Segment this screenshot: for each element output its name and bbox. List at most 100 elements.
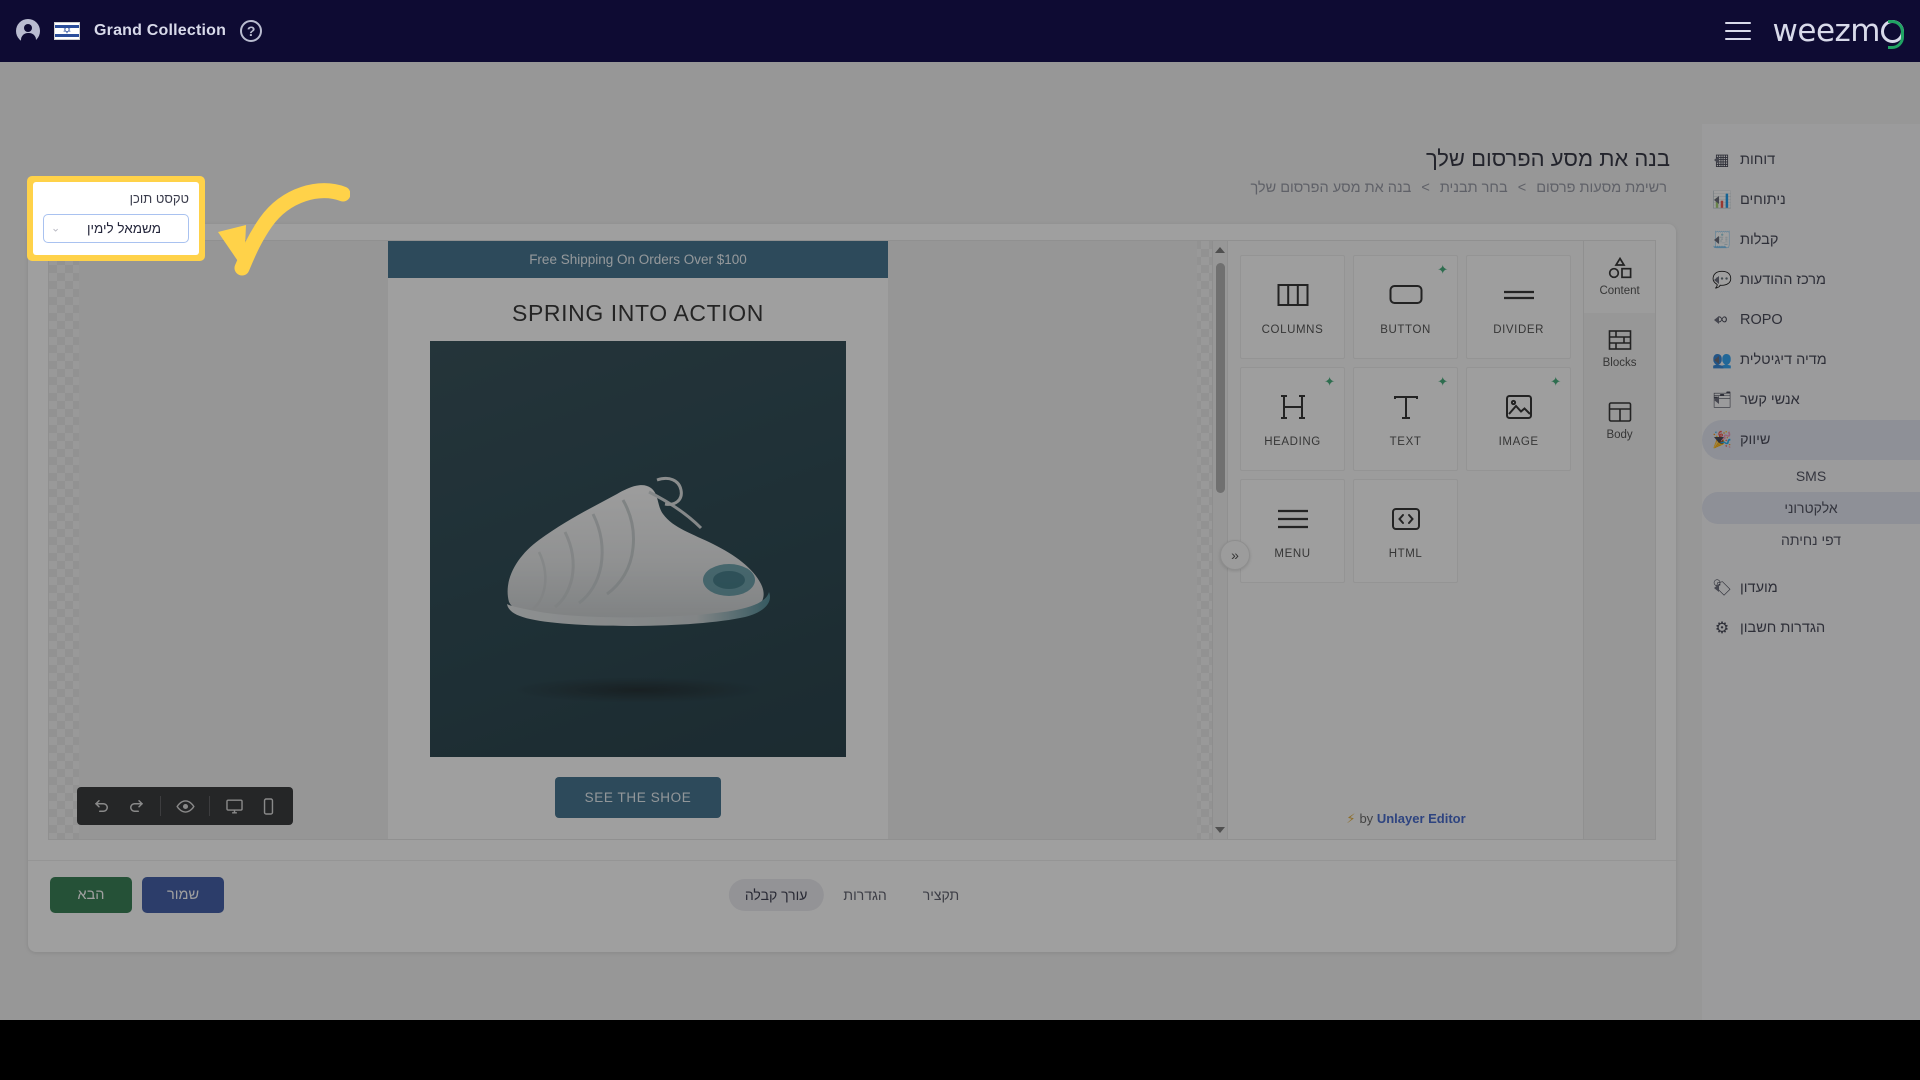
email-heading[interactable]: SPRING INTO ACTION xyxy=(388,278,888,341)
chevron-down-icon xyxy=(1714,437,1724,443)
top-bar-right-group: weezm xyxy=(1724,0,1904,62)
desktop-monitor-icon[interactable] xyxy=(219,791,249,821)
card-footer: עורך קבלה הגדרות תקציר הבא שמור xyxy=(28,860,1676,952)
sidebar-item-label: ROPO xyxy=(1740,312,1783,328)
redo-arrow-icon[interactable] xyxy=(121,791,151,821)
sidebar-item-contacts[interactable]: אנשי קשר 🗂 xyxy=(1702,380,1920,420)
sidebar-item-label: הגדרות חשבון xyxy=(1740,620,1826,636)
email-cta-wrap: SEE THE SHOE xyxy=(388,773,888,839)
collapse-panel-chevrons[interactable]: » xyxy=(1220,540,1250,570)
chevron-left-icon xyxy=(1714,396,1719,404)
scrollbar-thumb[interactable] xyxy=(1216,263,1225,493)
save-button[interactable]: שמור xyxy=(142,877,224,913)
layout-icon xyxy=(1608,401,1632,423)
undo-arrow-icon[interactable] xyxy=(87,791,117,821)
button-icon xyxy=(1389,278,1423,312)
page-header: בנה את מסע הפרסום שלך רשימת מסעות פרסום … xyxy=(22,142,1680,196)
ai-sparkle-icon: ✦ xyxy=(1437,374,1449,389)
canvas-scrollbar[interactable] xyxy=(1212,241,1227,839)
chevron-down-icon: ⌄ xyxy=(51,222,61,234)
next-button[interactable]: הבא xyxy=(50,877,132,913)
tile-label: IMAGE xyxy=(1498,436,1539,448)
top-bar-left-group: ✡ Grand Collection ? xyxy=(16,0,263,62)
email-banner[interactable]: Free Shipping On Orders Over $100 xyxy=(388,241,888,278)
main-content: בנה את מסע הפרסום שלך רשימת מסעות פרסום … xyxy=(0,124,1702,1020)
help-question-icon[interactable]: ? xyxy=(240,20,263,42)
tool-tile-html[interactable]: HTML xyxy=(1353,479,1459,583)
sidebar-subitem-landing-pages[interactable]: דפי נחיתה xyxy=(1702,524,1920,556)
tool-tile-image[interactable]: ✦ IMAGE xyxy=(1466,367,1572,471)
bolt-icon: ⚡ xyxy=(1346,811,1356,826)
sidebar-item-label: קבלות xyxy=(1740,232,1779,248)
sidebar-item-marketing[interactable]: שיווק 🎉 xyxy=(1702,420,1920,460)
main-sidebar: דוחות ▦ ניתוחים 📊 קבלות 🧾 מרכז ההודעות 💬 xyxy=(1702,124,1920,1020)
tile-label: HTML xyxy=(1388,548,1423,560)
email-hero-image[interactable] xyxy=(430,341,846,757)
content-tiles-grid: COLUMNS ✦ BUTTON DIVIDER ✦ HEADING ✦ TEX… xyxy=(1240,255,1572,583)
editor-region: Free Shipping On Orders Over $100 SPRING… xyxy=(48,240,1656,840)
footer-actions: הבא שמור xyxy=(50,877,224,913)
hamburger-menu-icon[interactable] xyxy=(1724,22,1751,40)
sidebar-subitem-sms[interactable]: SMS xyxy=(1702,460,1920,492)
tile-label: MENU xyxy=(1274,548,1311,560)
tile-label: HEADING xyxy=(1264,436,1321,448)
tab-body[interactable]: Body xyxy=(1584,385,1655,457)
tab-content[interactable]: Content xyxy=(1584,241,1655,313)
sidebar-item-label: מרכז ההודעות xyxy=(1740,272,1827,288)
divider-icon xyxy=(1503,278,1535,312)
tile-label: COLUMNS xyxy=(1261,324,1324,336)
sidebar-item-reports[interactable]: דוחות ▦ xyxy=(1702,140,1920,180)
columns-icon xyxy=(1277,278,1309,312)
toolbar-divider xyxy=(160,796,161,816)
weezmo-logo[interactable]: weezm xyxy=(1773,13,1904,49)
eye-preview-icon[interactable] xyxy=(170,791,200,821)
top-bar: ✡ Grand Collection ? weezm xyxy=(0,0,1920,62)
brand-name: Grand Collection xyxy=(94,22,227,39)
breadcrumb-item-1[interactable]: רשימת מסעות פרסום xyxy=(1536,180,1667,196)
tab-receipt-editor[interactable]: עורך קבלה xyxy=(728,879,824,911)
tab-blocks[interactable]: Blocks xyxy=(1584,313,1655,385)
unlayer-editor-link[interactable]: Unlayer Editor xyxy=(1377,811,1466,826)
see-the-shoe-button[interactable]: SEE THE SHOE xyxy=(554,777,722,818)
gear-icon: ⚙ xyxy=(1714,620,1730,637)
chevron-left-icon xyxy=(1714,236,1719,244)
sidebar-item-label: מדיה דיגיטלית xyxy=(1740,352,1827,368)
chevron-left-icon xyxy=(1714,356,1719,364)
tool-tile-text[interactable]: ✦ TEXT xyxy=(1353,367,1459,471)
shoe-shadow xyxy=(513,677,763,703)
tab-settings[interactable]: הגדרות xyxy=(827,879,902,911)
text-direction-select[interactable]: ⌄ משמאל לימין xyxy=(43,214,189,243)
sidebar-item-digital-media[interactable]: מדיה דיגיטלית 👥 xyxy=(1702,340,1920,380)
tab-summary[interactable]: תקציר xyxy=(907,879,975,911)
tile-label: BUTTON xyxy=(1380,324,1431,336)
sidebar-item-analytics[interactable]: ניתוחים 📊 xyxy=(1702,180,1920,220)
sidebar-item-label: דוחות xyxy=(1740,152,1776,168)
email-canvas[interactable]: Free Shipping On Orders Over $100 SPRING… xyxy=(48,240,1228,840)
sidebar-item-account-settings[interactable]: הגדרות חשבון ⚙ xyxy=(1702,608,1920,648)
israel-flag-icon[interactable]: ✡ xyxy=(54,22,80,40)
sidebar-subitem-email[interactable]: אלקטרוני xyxy=(1702,492,1920,524)
sidebar-item-receipts[interactable]: קבלות 🧾 xyxy=(1702,220,1920,260)
page-title: בנה את מסע הפרסום שלך xyxy=(1425,146,1670,171)
tool-tile-heading[interactable]: ✦ HEADING xyxy=(1240,367,1346,471)
breadcrumb-item-2[interactable]: בחר תבנית xyxy=(1440,180,1508,196)
sidebar-item-club[interactable]: מועדון 🏷 xyxy=(1702,568,1920,608)
mobile-phone-icon[interactable] xyxy=(253,791,283,821)
sidebar-item-ropo[interactable]: ROPO ∞ xyxy=(1702,300,1920,340)
tool-tile-divider[interactable]: DIVIDER xyxy=(1466,255,1572,359)
callout-inner: טקסט תוכן ⌄ משמאל לימין xyxy=(33,182,199,255)
scroll-up-arrow-icon[interactable] xyxy=(1215,247,1225,253)
tool-tile-columns[interactable]: COLUMNS xyxy=(1240,255,1346,359)
user-circle-icon[interactable] xyxy=(16,19,40,43)
sidebar-item-label: ניתוחים xyxy=(1740,192,1786,208)
scroll-down-arrow-icon[interactable] xyxy=(1215,827,1225,833)
content-tiles-area: COLUMNS ✦ BUTTON DIVIDER ✦ HEADING ✦ TEX… xyxy=(1228,241,1583,839)
image-icon xyxy=(1505,390,1533,424)
tab-label: Body xyxy=(1606,429,1633,441)
chevron-left-icon xyxy=(1714,196,1719,204)
sidebar-item-message-center[interactable]: מרכז ההודעות 💬 xyxy=(1702,260,1920,300)
toolbar-divider xyxy=(209,796,210,816)
tool-tile-button[interactable]: ✦ BUTTON xyxy=(1353,255,1459,359)
tool-tile-menu[interactable]: MENU xyxy=(1240,479,1346,583)
email-template[interactable]: Free Shipping On Orders Over $100 SPRING… xyxy=(388,241,888,839)
